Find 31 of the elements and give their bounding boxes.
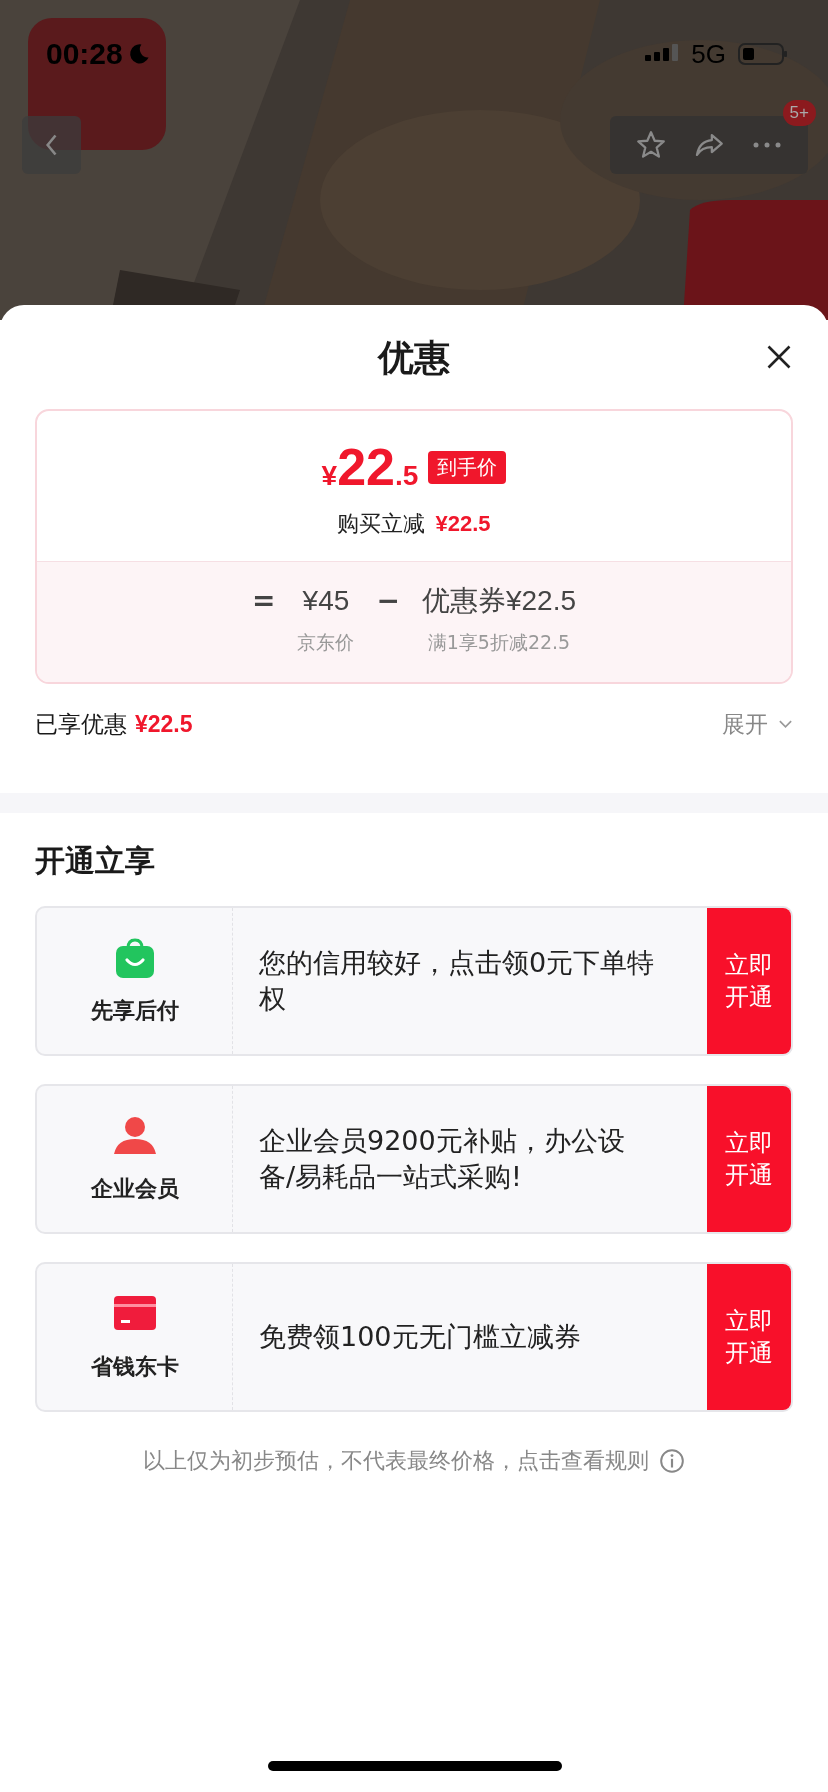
final-price: ¥22.5 [321, 437, 419, 497]
equals-sign: = [252, 584, 276, 618]
offer-description: 企业会员9200元补贴，办公设备/易耗品一站式采购! [258, 1124, 626, 1194]
discount-note: 购买立减 [337, 510, 426, 538]
offer-name: 省钱东卡 [90, 1353, 179, 1381]
base-price: ¥45 [302, 584, 350, 618]
info-icon[interactable] [659, 1448, 685, 1474]
activate-button[interactable]: 立即开通 [707, 908, 791, 1054]
offer-name: 企业会员 [90, 1175, 179, 1203]
offer-name: 先享后付 [90, 997, 179, 1025]
activate-button[interactable]: 立即开通 [707, 1086, 791, 1232]
minus-sign: − [376, 584, 400, 618]
offer-description: 免费领100元无门槛立减券 [258, 1320, 582, 1354]
savings-label: 已享优惠 [35, 709, 127, 739]
base-price-label: 京东价 [297, 630, 355, 655]
network-label: 5G [691, 38, 726, 70]
activate-button[interactable]: 立即开通 [707, 1264, 791, 1410]
coupon-value: 优惠券¥22.5 [421, 584, 576, 618]
discount-amount: ¥22.5 [435, 511, 491, 537]
price-tag: 到手价 [428, 450, 507, 484]
section-title: 开通立享 [35, 842, 156, 880]
battery-icon [738, 42, 788, 66]
more-icon [752, 140, 782, 150]
coupon-rule: 满1享5折减22.5 [427, 630, 571, 655]
savings-amount: ¥22.5 [135, 710, 193, 738]
status-time: 00:28 [46, 37, 123, 71]
expand-toggle[interactable]: 展开 [722, 708, 793, 740]
disclaimer-link[interactable]: 以上仅为初步预估，不代表最终价格，点击查看规则 [143, 1446, 649, 1476]
chevron-down-icon [778, 719, 793, 729]
offer-description: 您的信用较好，点击领0元下单特权 [258, 946, 656, 1016]
sheet-title: 优惠 [378, 335, 450, 380]
